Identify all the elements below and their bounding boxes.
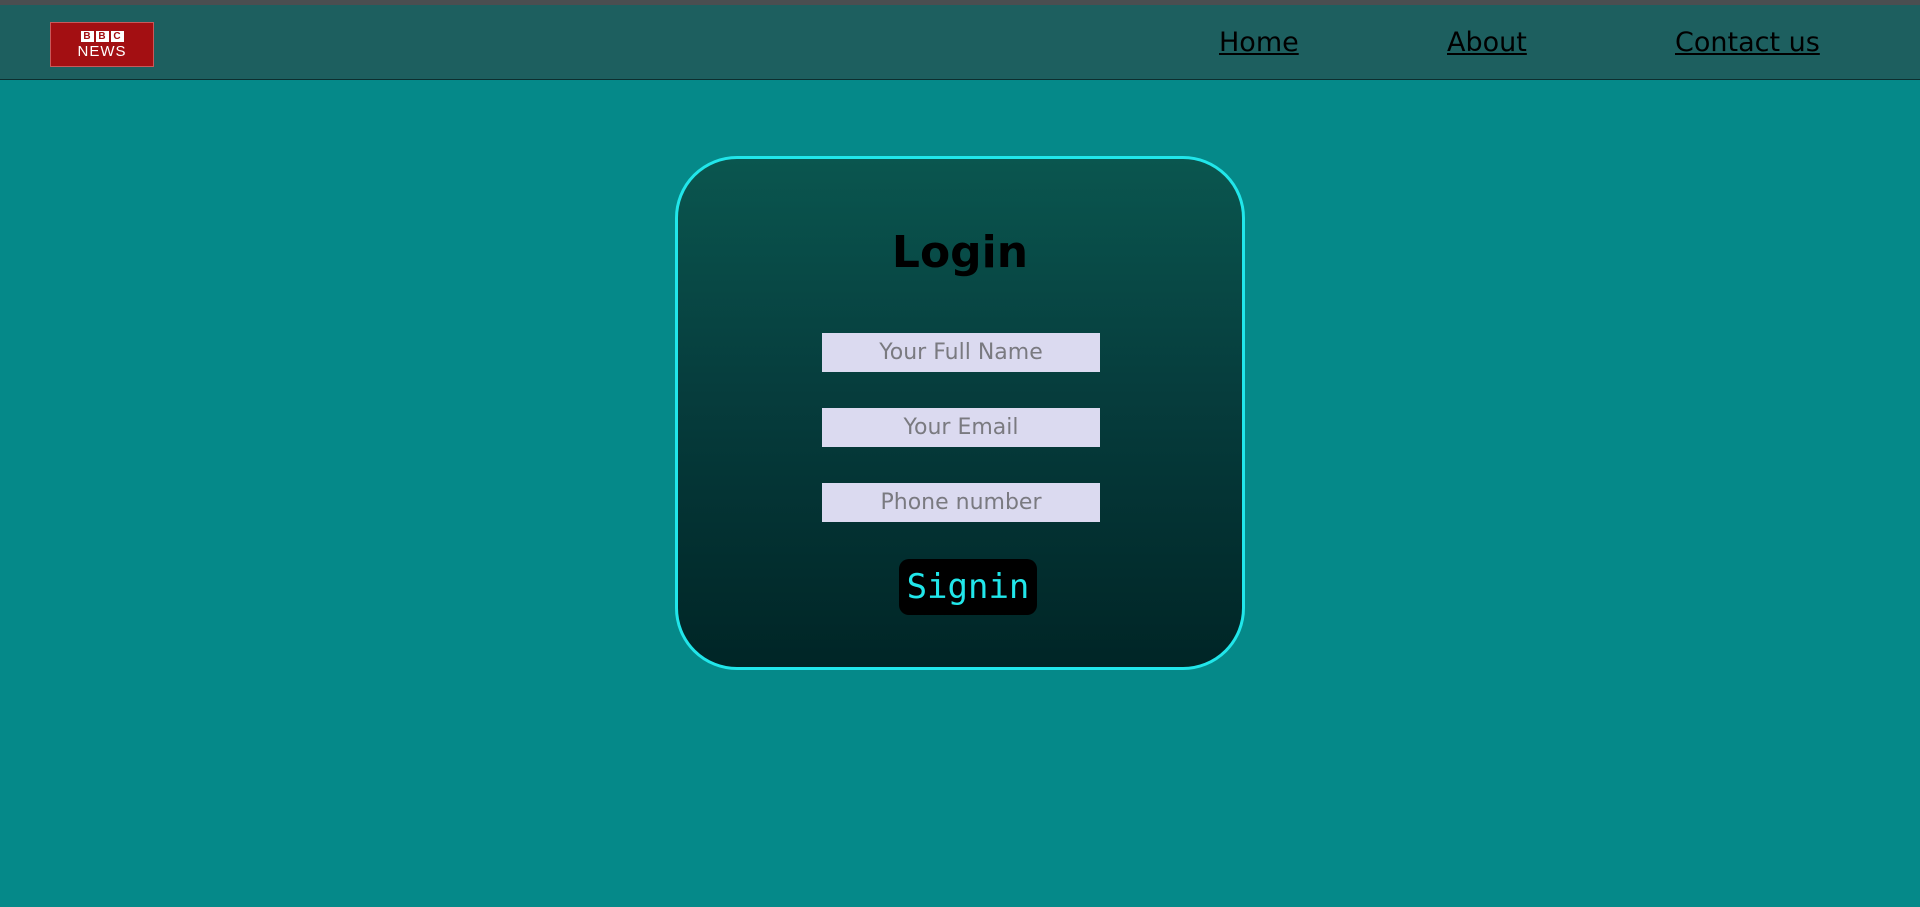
logo-news-text: NEWS <box>77 42 127 60</box>
email-input[interactable] <box>822 408 1100 447</box>
nav-link-about[interactable]: About <box>1447 27 1527 58</box>
login-card: Login Signin <box>675 156 1245 670</box>
nav-link-contact-us[interactable]: Contact us <box>1675 27 1820 58</box>
logo-letter-3: C <box>110 30 124 42</box>
nav-link-home[interactable]: Home <box>1219 27 1299 58</box>
navbar: B B C NEWS Home About Contact us <box>0 5 1920 80</box>
bbc-news-logo[interactable]: B B C NEWS <box>50 22 154 67</box>
full-name-input[interactable] <box>822 333 1100 372</box>
login-title: Login <box>891 227 1029 278</box>
phone-number-input[interactable] <box>822 483 1100 522</box>
signin-button[interactable]: Signin <box>899 559 1037 615</box>
logo-letter-1: B <box>80 30 94 42</box>
logo-letter-2: B <box>95 30 109 42</box>
logo-letter-boxes: B B C <box>80 30 124 42</box>
